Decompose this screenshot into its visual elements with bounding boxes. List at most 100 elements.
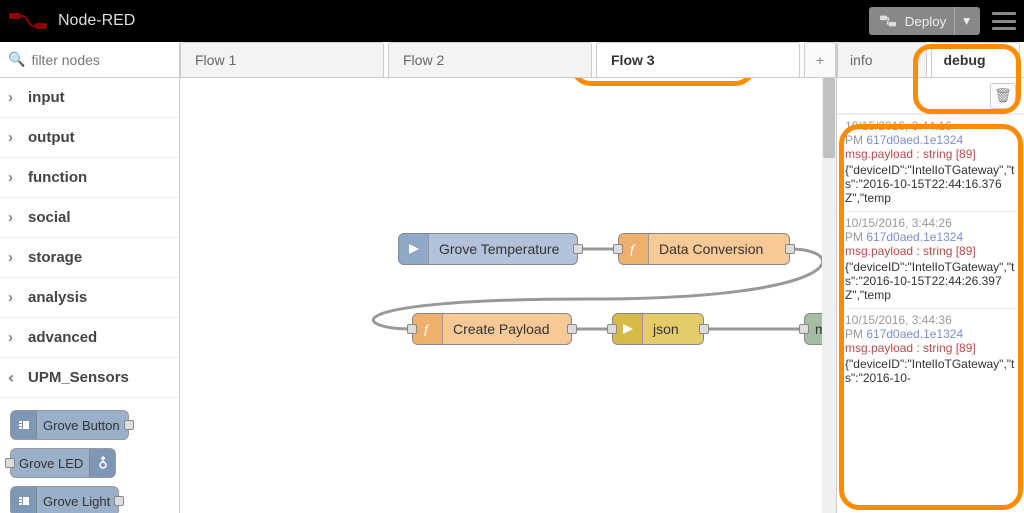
node-label: Create Payload (443, 321, 571, 337)
palette-node-grove-led[interactable]: Grove LED (10, 448, 116, 478)
flow-tab-flow-2[interactable]: Flow 2 (388, 42, 592, 77)
palette-node-grove-button[interactable]: Grove Button (10, 410, 129, 440)
palette-category-storage[interactable]: › storage (0, 238, 179, 278)
canvas-scrollbar-thumb[interactable] (823, 78, 835, 158)
debug-msg-node[interactable]: 617d0aed.1e1324 (866, 133, 963, 147)
debug-msg-property: msg.payload : string [89] (845, 244, 1016, 258)
debug-message[interactable]: 10/15/2016, 3:44:16PM 617d0aed.1e1324msg… (837, 114, 1024, 211)
node-port-icon[interactable] (5, 458, 15, 468)
debug-msg-time: 10/15/2016, 3:44:16 (845, 119, 1016, 133)
debug-msg-time-suffix: PM (845, 327, 866, 341)
node-port-icon[interactable] (607, 324, 617, 334)
palette-list[interactable]: ›input›output›function›social›storage›an… (0, 78, 179, 513)
flow-node-grove-temperature[interactable]: Grove Temperature (398, 233, 578, 265)
flow-tab-flow-3[interactable]: Flow 3 (596, 42, 800, 77)
sensor-icon (11, 487, 37, 513)
palette-category-label: analysis (28, 289, 87, 306)
debug-msg-body: {"deviceID":"IntelIoTGateway","ts":"2016… (845, 260, 1016, 302)
palette-node-label: Grove Light (43, 494, 110, 509)
svg-text:f: f (424, 323, 430, 336)
sidebar-tab-debug[interactable]: debug (931, 42, 1021, 77)
sidebar-tab-info[interactable]: info (837, 42, 927, 77)
flow-tab-label: Flow 2 (403, 52, 444, 68)
trash-icon: 🗑 (994, 87, 1012, 104)
node-label: Grove Temperature (429, 241, 577, 257)
palette-category-upm_sensors[interactable]: ⌄UPM_Sensors (0, 358, 179, 398)
debug-msg-node[interactable]: 617d0aed.1e1324 (866, 327, 963, 341)
palette-category-nodes: Grove Button Grove LED Grove Light (0, 398, 179, 513)
debug-msg-time: 10/15/2016, 3:44:36 (845, 313, 1016, 327)
workspace: Flow 1Flow 2Flow 3+ Grove TemperaturefDa… (180, 42, 836, 513)
debug-msg-property: msg.payload : string [89] (845, 147, 1016, 161)
node-port-icon[interactable] (407, 324, 417, 334)
chevron-icon: › (8, 169, 20, 186)
palette-category-label: function (28, 169, 87, 186)
node-port-icon[interactable] (699, 324, 709, 334)
plus-icon: + (816, 52, 824, 68)
flow-node-json[interactable]: json (612, 313, 704, 345)
palette-category-label: social (28, 209, 71, 226)
chevron-icon: › (8, 129, 20, 146)
node-label: json (643, 321, 703, 337)
node-type-icon (613, 314, 643, 344)
debug-message[interactable]: 10/15/2016, 3:44:26PM 617d0aed.1e1324msg… (837, 211, 1024, 308)
palette-category-label: input (28, 89, 65, 106)
node-port-icon[interactable] (799, 324, 809, 334)
palette-category-label: UPM_Sensors (28, 369, 129, 386)
node-label: Data Conversion (649, 241, 789, 257)
node-port-icon[interactable] (567, 324, 577, 334)
main-menu-button[interactable] (992, 12, 1016, 30)
node-port-icon[interactable] (114, 496, 124, 506)
debug-msg-node[interactable]: 617d0aed.1e1324 (866, 230, 963, 244)
flow-tab-label: Flow 1 (195, 52, 236, 68)
node-red-logo-icon (8, 11, 48, 31)
flow-tab-label: Flow 3 (611, 52, 655, 68)
flow-node-data-conversion[interactable]: fData Conversion (618, 233, 790, 265)
flow-tab-flow-1[interactable]: Flow 1 (180, 42, 384, 77)
node-port-icon[interactable] (573, 244, 583, 254)
canvas-scrollbar[interactable] (822, 78, 836, 513)
sidebar-tab-label: info (850, 52, 873, 68)
app-title: Node-RED (58, 12, 869, 30)
palette-filter-input[interactable] (31, 52, 171, 68)
sidebar: infodebug 🗑 10/15/2016, 3:44:16PM 617d0a… (836, 42, 1024, 513)
chevron-icon: › (8, 249, 20, 266)
palette-category-label: storage (28, 249, 82, 266)
flow-add-tab-button[interactable]: + (804, 42, 836, 77)
sidebar-tab-label: debug (944, 52, 986, 68)
palette-filter: 🔍 (0, 42, 179, 78)
node-port-icon[interactable] (613, 244, 623, 254)
debug-messages[interactable]: 10/15/2016, 3:44:16PM 617d0aed.1e1324msg… (837, 114, 1024, 513)
palette-category-output[interactable]: › output (0, 118, 179, 158)
palette-category-function[interactable]: › function (0, 158, 179, 198)
flow-canvas[interactable]: Grove TemperaturefData ConversionfCreate… (180, 78, 836, 513)
sidebar-tools: 🗑 (837, 78, 1024, 114)
chevron-icon: › (8, 329, 20, 346)
chevron-icon: › (8, 89, 20, 106)
debug-msg-time-suffix: PM (845, 133, 866, 147)
deploy-button[interactable]: Deploy ▾ (869, 7, 980, 35)
chevron-icon: › (8, 289, 20, 306)
debug-clear-button[interactable]: 🗑 (990, 83, 1016, 109)
node-port-icon[interactable] (124, 420, 134, 430)
palette-category-social[interactable]: ›social (0, 198, 179, 238)
deploy-label: Deploy (905, 14, 947, 29)
node-type-icon: f (619, 234, 649, 264)
palette-category-analysis[interactable]: › analysis (0, 278, 179, 318)
debug-message[interactable]: 10/15/2016, 3:44:36PM 617d0aed.1e1324msg… (837, 308, 1024, 391)
sidebar-tabs: info debug (837, 42, 1024, 78)
palette-node-label: Grove LED (19, 456, 83, 471)
palette-panel: 🔍 ›input›output›function›social›storage›… (0, 42, 180, 513)
deploy-caret-icon[interactable]: ▾ (954, 7, 970, 35)
debug-msg-time: 10/15/2016, 3:44:26 (845, 216, 1016, 230)
app-header: Node-RED Deploy ▾ (0, 0, 1024, 42)
deploy-icon (879, 14, 897, 28)
palette-category-advanced[interactable]: › advanced (0, 318, 179, 358)
search-icon: 🔍 (8, 51, 25, 68)
flow-node-create-payload[interactable]: f Create Payload (412, 313, 572, 345)
palette-category-input[interactable]: › input (0, 78, 179, 118)
palette-category-label: advanced (28, 329, 97, 346)
palette-category-label: output (28, 129, 75, 146)
palette-node-grove-light[interactable]: Grove Light (10, 486, 119, 513)
node-port-icon[interactable] (785, 244, 795, 254)
